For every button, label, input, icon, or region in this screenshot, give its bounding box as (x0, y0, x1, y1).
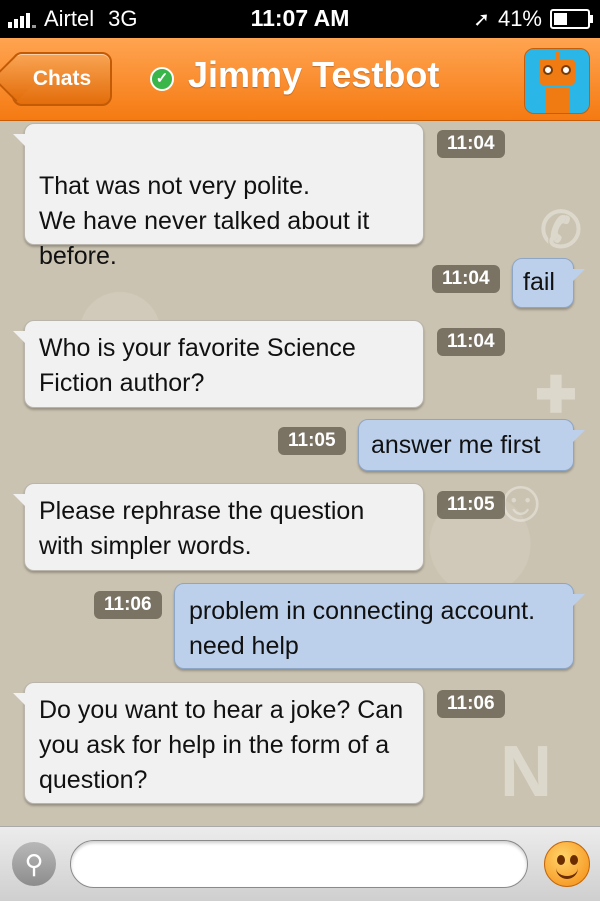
message-input[interactable] (70, 840, 528, 888)
battery-percent: 41% (497, 6, 542, 31)
incoming-message[interactable]: Do you want to hear a joke? Can you ask … (13, 682, 424, 804)
message-timestamp: 11:04 (437, 328, 505, 356)
message-timestamp: 11:04 (432, 265, 500, 293)
signal-strength-icon (8, 10, 38, 28)
message-composer: ⚲ (0, 826, 600, 901)
incoming-message[interactable]: That was not very polite. We have never … (13, 123, 424, 270)
location-arrow-icon: ➚ (473, 8, 490, 31)
chat-header: Chats ✓ Jimmy Testbot (0, 38, 600, 121)
back-button-label: Chats (32, 67, 92, 90)
message-text: That was not very polite. We have never … (39, 172, 370, 270)
outgoing-message[interactable]: problem in connecting account. need help (174, 583, 585, 669)
n-watermark-icon: N (500, 732, 552, 812)
carrier-name: Airtel (44, 6, 95, 31)
status-bar: Airtel 3G 11:07 AM ➚ 41% (0, 0, 600, 38)
message-timestamp: 11:06 (437, 690, 505, 718)
message-text: Do you want to hear a joke? Can you ask … (39, 696, 404, 794)
message-text: Who is your favorite Science Fiction aut… (39, 334, 356, 397)
smiley-icon[interactable] (544, 841, 590, 887)
paperclip-icon[interactable]: ⚲ (12, 842, 56, 886)
message-timestamp: 11:06 (94, 591, 162, 619)
message-timestamp: 11:04 (437, 130, 505, 158)
phone-icon: ✆ (540, 202, 582, 258)
message-text: problem in connecting account. need help (189, 597, 536, 660)
message-timestamp: 11:05 (278, 427, 346, 455)
message-text: answer me first (371, 431, 541, 459)
robot-avatar-icon[interactable] (524, 48, 590, 114)
incoming-message[interactable]: Who is your favorite Science Fiction aut… (13, 320, 424, 408)
back-to-chats-button[interactable]: Chats (12, 52, 112, 106)
message-list[interactable]: ✆ ✚ ☺ N That was not very polite. We hav… (0, 121, 600, 826)
outgoing-message[interactable]: fail (512, 258, 585, 308)
gamepad-icon: ✚ (535, 367, 577, 423)
message-text: fail (523, 268, 555, 296)
message-text: Please rephrase the question with simple… (39, 497, 365, 560)
message-timestamp: 11:05 (437, 491, 505, 519)
incoming-message[interactable]: Please rephrase the question with simple… (13, 483, 424, 571)
battery-icon (550, 9, 593, 29)
online-status-icon: ✓ (150, 67, 174, 91)
contact-name: Jimmy Testbot (188, 54, 440, 95)
network-type: 3G (108, 6, 138, 31)
outgoing-message[interactable]: answer me first (358, 419, 585, 471)
